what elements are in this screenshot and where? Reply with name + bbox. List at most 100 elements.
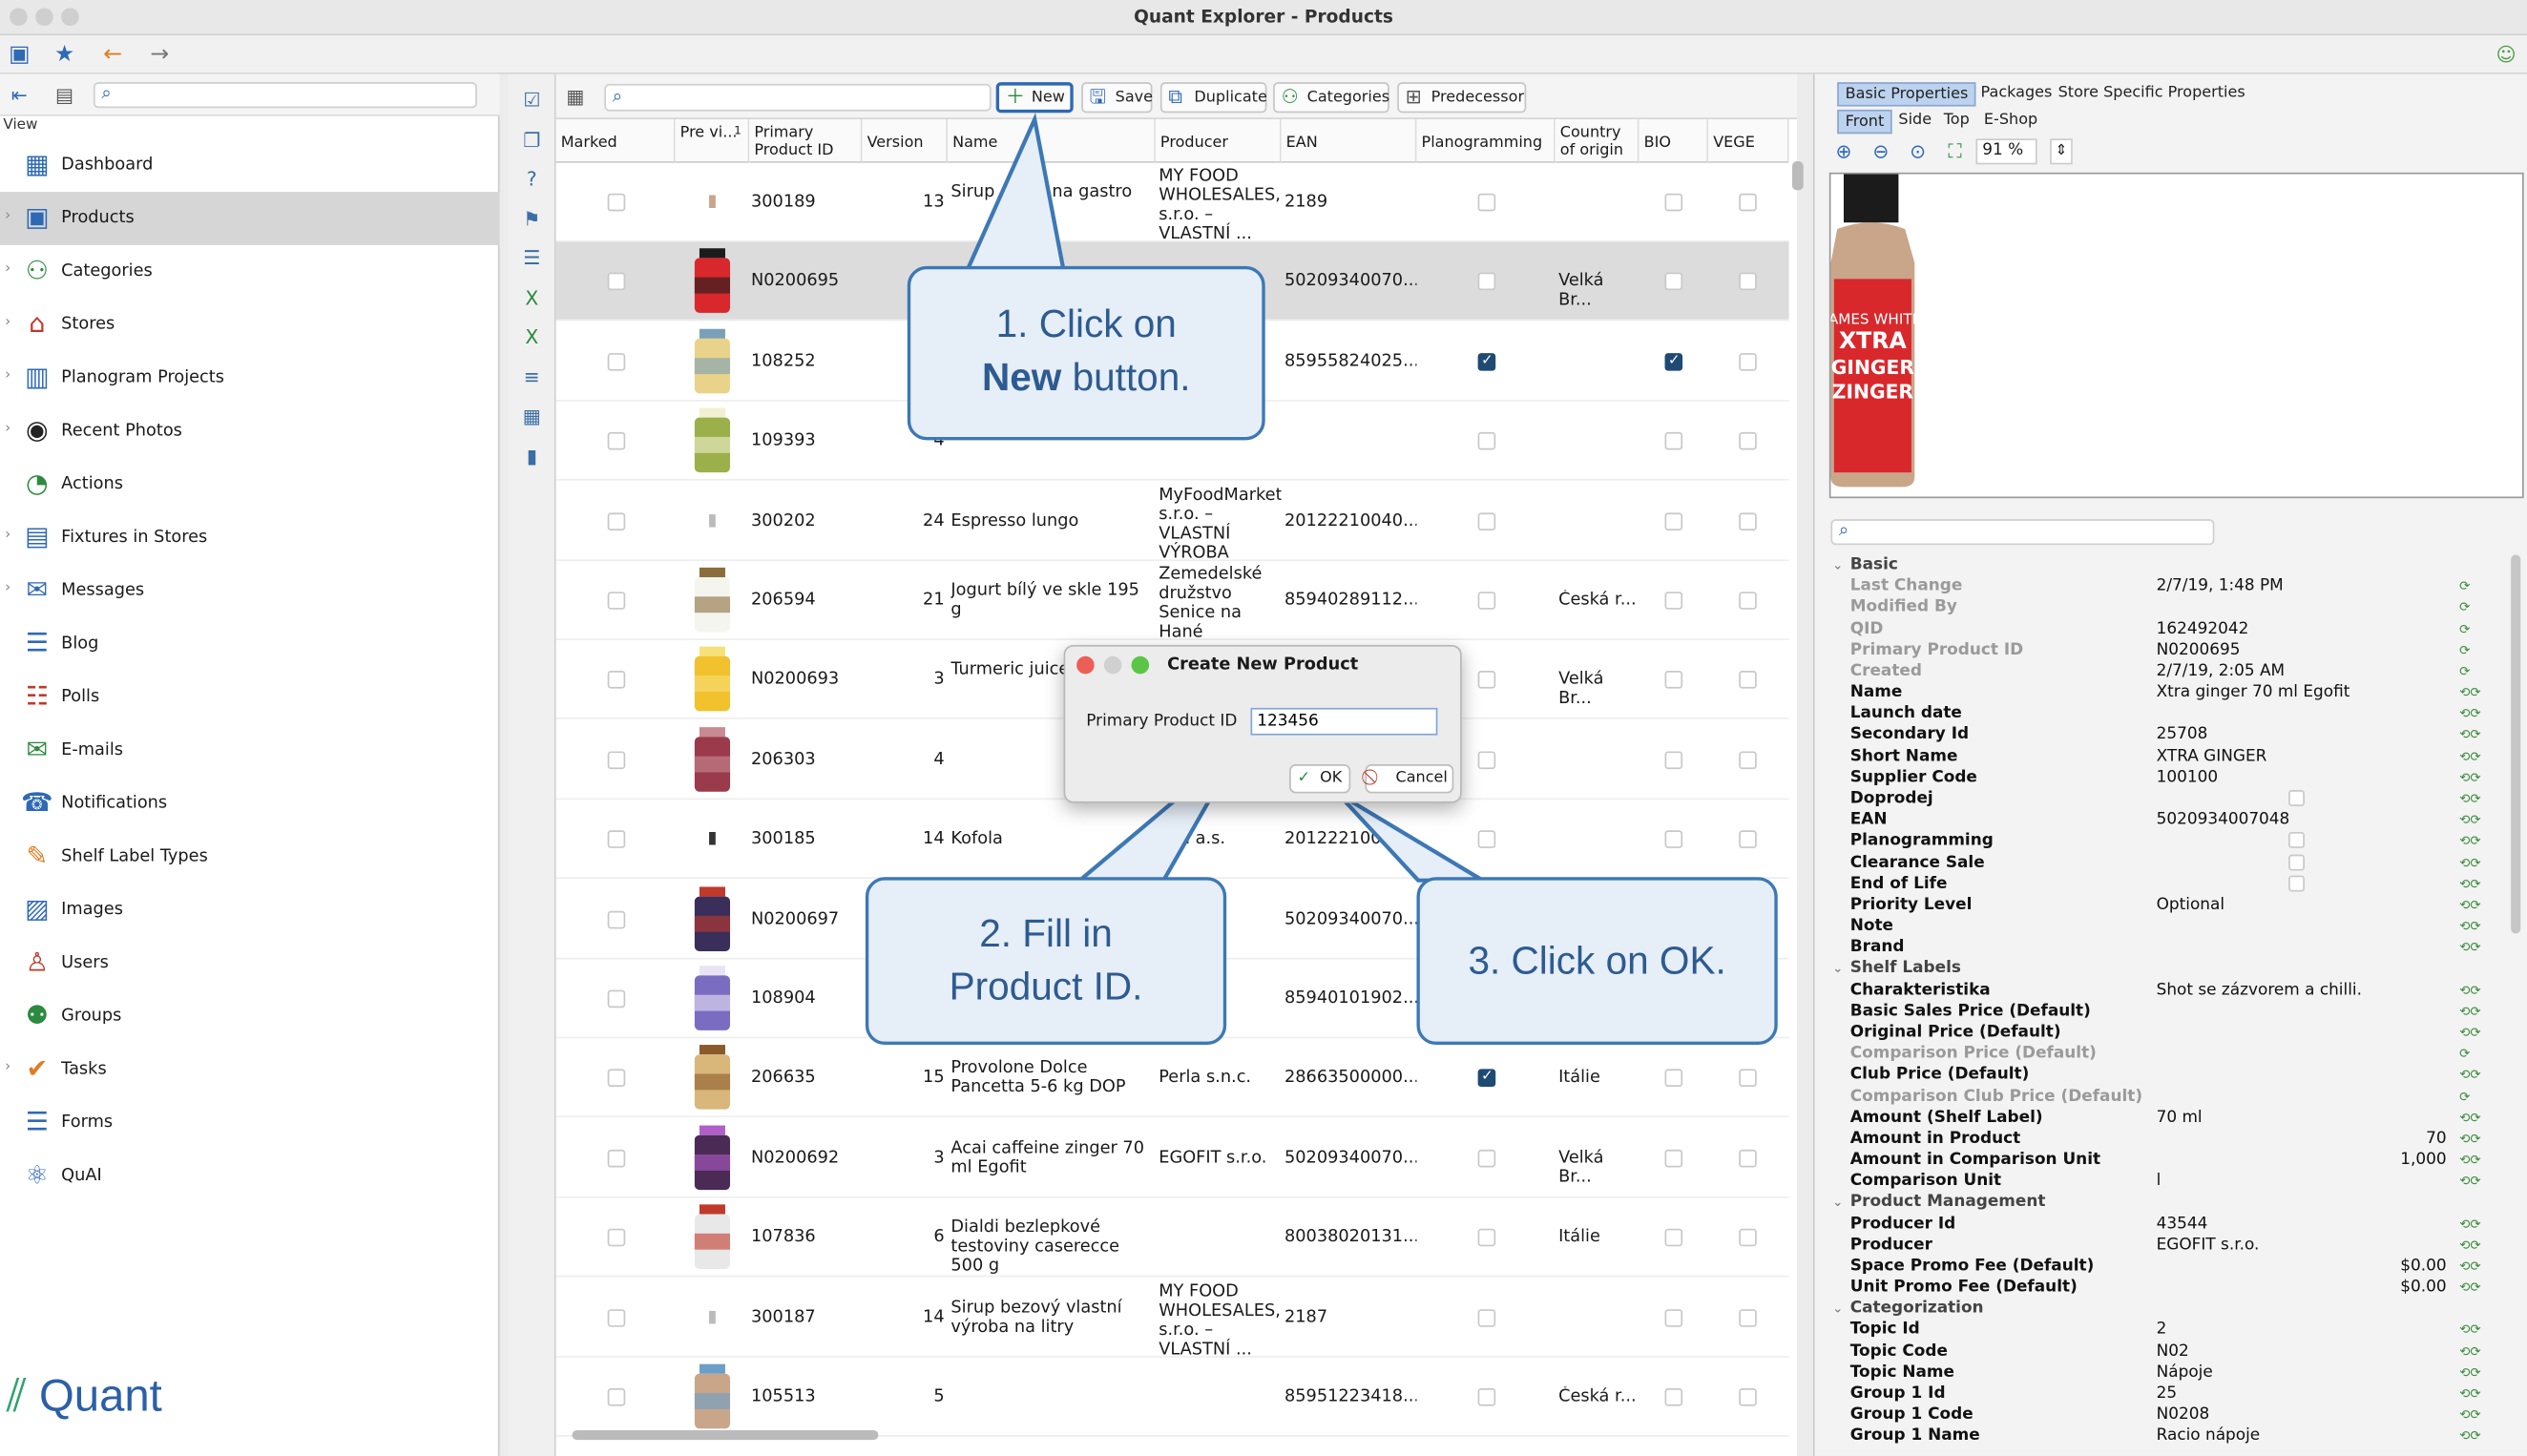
property-sync-icon[interactable]: ⟲⟳ (2459, 873, 2481, 894)
property-row[interactable]: Topic Id 2 ⟲⟳ (1827, 1320, 2501, 1341)
property-value[interactable]: 100100 (2157, 767, 2447, 788)
categories-button[interactable]: ⚇ Categories (1273, 82, 1389, 114)
marked-checkbox[interactable] (607, 830, 626, 849)
property-sync-icon[interactable]: ⟲⟳ (2459, 788, 2481, 809)
property-value[interactable]: 1,000 (2157, 1150, 2446, 1171)
property-value[interactable]: Xtra ginger 70 ml Egofit (2157, 682, 2447, 703)
property-row[interactable]: Name Xtra ginger 70 ml Egofit ⟲⟳ (1827, 682, 2501, 703)
property-group-header[interactable]: ⌄ Product Management (1827, 1192, 2501, 1213)
property-value[interactable]: 70 ml (2157, 1107, 2447, 1128)
property-value[interactable]: 25708 (2157, 725, 2447, 746)
list-icon[interactable]: ☰ (519, 245, 545, 271)
planogramming-checkbox[interactable] (1477, 592, 1496, 610)
property-sync-icon[interactable]: ⟲⟳ (2459, 725, 2481, 746)
chevron-down-icon[interactable]: ⌄ (1832, 554, 1843, 575)
sidebar-item-tasks[interactable]: › ✔ Tasks (0, 1043, 500, 1096)
property-sync-icon[interactable]: ⟲⟳ (2459, 980, 2481, 1001)
chevron-right-icon[interactable]: › (5, 261, 10, 278)
column-header-primary-product-id[interactable]: Primary Product ID (749, 119, 863, 163)
property-row[interactable]: Amount in Product 70 ⟲⟳ (1827, 1129, 2501, 1150)
sidebar-item-users[interactable]: ♙ Users (0, 937, 500, 990)
sidebar-search-input[interactable]: ⌕ (93, 82, 477, 109)
vege-checkbox[interactable] (1739, 352, 1757, 371)
property-row[interactable]: Comparison Price (Default) ⟳ (1827, 1044, 2501, 1065)
back-arrow-icon[interactable]: ← (98, 40, 127, 69)
sidebar-item-e-mails[interactable]: ✉ E-mails (0, 724, 500, 778)
property-sync-icon[interactable]: ⟲⟳ (2459, 1001, 2481, 1022)
property-row[interactable]: Original Price (Default) ⟲⟳ (1827, 1022, 2501, 1043)
sidebar-item-recent-photos[interactable]: › ◉ Recent Photos (0, 405, 500, 458)
property-value[interactable]: Nápoje (2157, 1362, 2447, 1383)
property-checkbox[interactable] (2288, 875, 2305, 891)
sidebar-item-images[interactable]: ▨ Images (0, 884, 500, 937)
tab-store-specific-properties[interactable]: Store Specific Properties (2052, 82, 2252, 103)
property-sync-icon[interactable]: ⟲⟳ (2459, 831, 2481, 852)
property-sync-icon[interactable]: ⟲⟳ (2459, 1383, 2481, 1404)
new-button[interactable]: ＋ New (995, 82, 1074, 114)
table-row[interactable]: 107836 6 Dialdi bezlepkové testoviny caser… (555, 1198, 1789, 1278)
table-row[interactable]: 105513 5 85951223418... Česká r... (555, 1358, 1789, 1437)
planogramming-checkbox[interactable] (1477, 1229, 1496, 1247)
property-row[interactable]: Secondary Id 25708 ⟲⟳ (1827, 725, 2501, 746)
chevron-right-icon[interactable]: › (5, 367, 10, 384)
table-row[interactable]: 300202 24 Espresso lungo MyFoodMarket, s.r.… (555, 482, 1789, 562)
property-row[interactable]: Supplier Code 100100 ⟲⟳ (1827, 767, 2501, 788)
column-header-marked[interactable]: Marked (555, 119, 676, 163)
property-group-header[interactable]: ⌄ Shelf Labels (1827, 958, 2501, 979)
property-value[interactable]: 70 (2157, 1129, 2447, 1150)
flag-icon[interactable]: ⚑ (519, 205, 545, 231)
bio-checkbox[interactable] (1664, 273, 1683, 291)
duplicate-button[interactable]: ⧉ Duplicate (1159, 82, 1267, 114)
property-sync-icon[interactable]: ⟲⟳ (2459, 1404, 2481, 1425)
marked-checkbox[interactable] (607, 1229, 626, 1247)
column-header-pre-vi-[interactable]: Pre vi... 1 (675, 119, 750, 163)
favorites-star-icon[interactable]: ★ (50, 40, 78, 69)
bio-checkbox[interactable] (1664, 830, 1683, 849)
property-row[interactable]: Space Promo Fee (Default) $0.00 ⟲⟳ (1827, 1256, 2501, 1277)
planogramming-checkbox[interactable] (1477, 1070, 1496, 1088)
column-header-producer[interactable]: Producer (1155, 119, 1282, 163)
planogramming-checkbox[interactable] (1477, 432, 1496, 450)
column-header-vege[interactable]: VEGE (1708, 119, 1789, 163)
table-row[interactable]: N0200692 3 Acai caffeine zinger 70 ml Egof… (555, 1118, 1789, 1198)
property-sync-icon[interactable]: ⟲⟳ (2459, 1107, 2481, 1128)
zoom-reset-icon[interactable]: ⊙ (1903, 137, 1932, 166)
sidebar-item-dashboard[interactable]: ▦ Dashboard (0, 138, 500, 192)
property-value[interactable]: N02 (2157, 1341, 2447, 1362)
property-sync-icon[interactable]: ⟲⟳ (2459, 746, 2481, 767)
property-value[interactable]: l (2157, 1171, 2447, 1192)
tab-side[interactable]: Side (1892, 110, 1938, 131)
property-sync-icon[interactable]: ⟲⟳ (2459, 1362, 2481, 1383)
chevron-right-icon[interactable]: › (5, 208, 10, 224)
sidebar-item-products[interactable]: › ▣ Products (0, 192, 500, 245)
zoom-stepper[interactable]: ⇕ (2050, 138, 2073, 165)
property-row[interactable]: Short Name XTRA GINGER ⟲⟳ (1827, 746, 2501, 767)
property-row[interactable]: Group 1 Id 25 ⟲⟳ (1827, 1383, 2501, 1404)
marked-checkbox[interactable] (607, 273, 626, 291)
sidebar-item-quai[interactable]: ⚛ QuAI (0, 1150, 500, 1203)
excel-export-icon[interactable]: X (519, 284, 545, 310)
ok-button[interactable]: ✓ OK (1289, 764, 1351, 794)
property-value[interactable]: 43544 (2157, 1214, 2447, 1235)
column-header-name[interactable]: Name (948, 119, 1156, 163)
property-value[interactable]: Racio nápoje (2157, 1426, 2447, 1447)
property-row[interactable]: Launch date ⟲⟳ (1827, 703, 2501, 724)
property-row[interactable]: Amount in Comparison Unit 1,000 ⟲⟳ (1827, 1150, 2501, 1171)
property-value[interactable]: 5020934007048 (2157, 810, 2447, 831)
column-header-ean[interactable]: EAN (1281, 119, 1417, 163)
sidebar-item-planogram-projects[interactable]: › ▥ Planogram Projects (0, 351, 500, 405)
sidebar-item-notifications[interactable]: ☎ Notifications (0, 778, 500, 831)
vege-checkbox[interactable] (1739, 830, 1757, 849)
property-row[interactable]: Comparison Unit l ⟲⟳ (1827, 1171, 2501, 1192)
property-sync-icon[interactable]: ⟲⟳ (2459, 1065, 2481, 1086)
property-sync-icon[interactable]: ⟲⟳ (2459, 1426, 2481, 1447)
property-sync-icon[interactable]: ⟲⟳ (2459, 1129, 2481, 1150)
planogramming-checkbox[interactable] (1477, 193, 1496, 212)
vege-checkbox[interactable] (1739, 1388, 1757, 1406)
property-value[interactable]: N0200695 (2157, 639, 2447, 660)
chevron-right-icon[interactable]: › (5, 421, 10, 437)
property-sync-icon[interactable]: ⟲⟳ (2459, 937, 2481, 958)
sidebar-item-actions[interactable]: ◔ Actions (0, 458, 500, 511)
property-row[interactable]: Topic Code N02 ⟲⟳ (1827, 1341, 2501, 1362)
property-sync-icon[interactable]: ⟲⟳ (2459, 767, 2481, 788)
